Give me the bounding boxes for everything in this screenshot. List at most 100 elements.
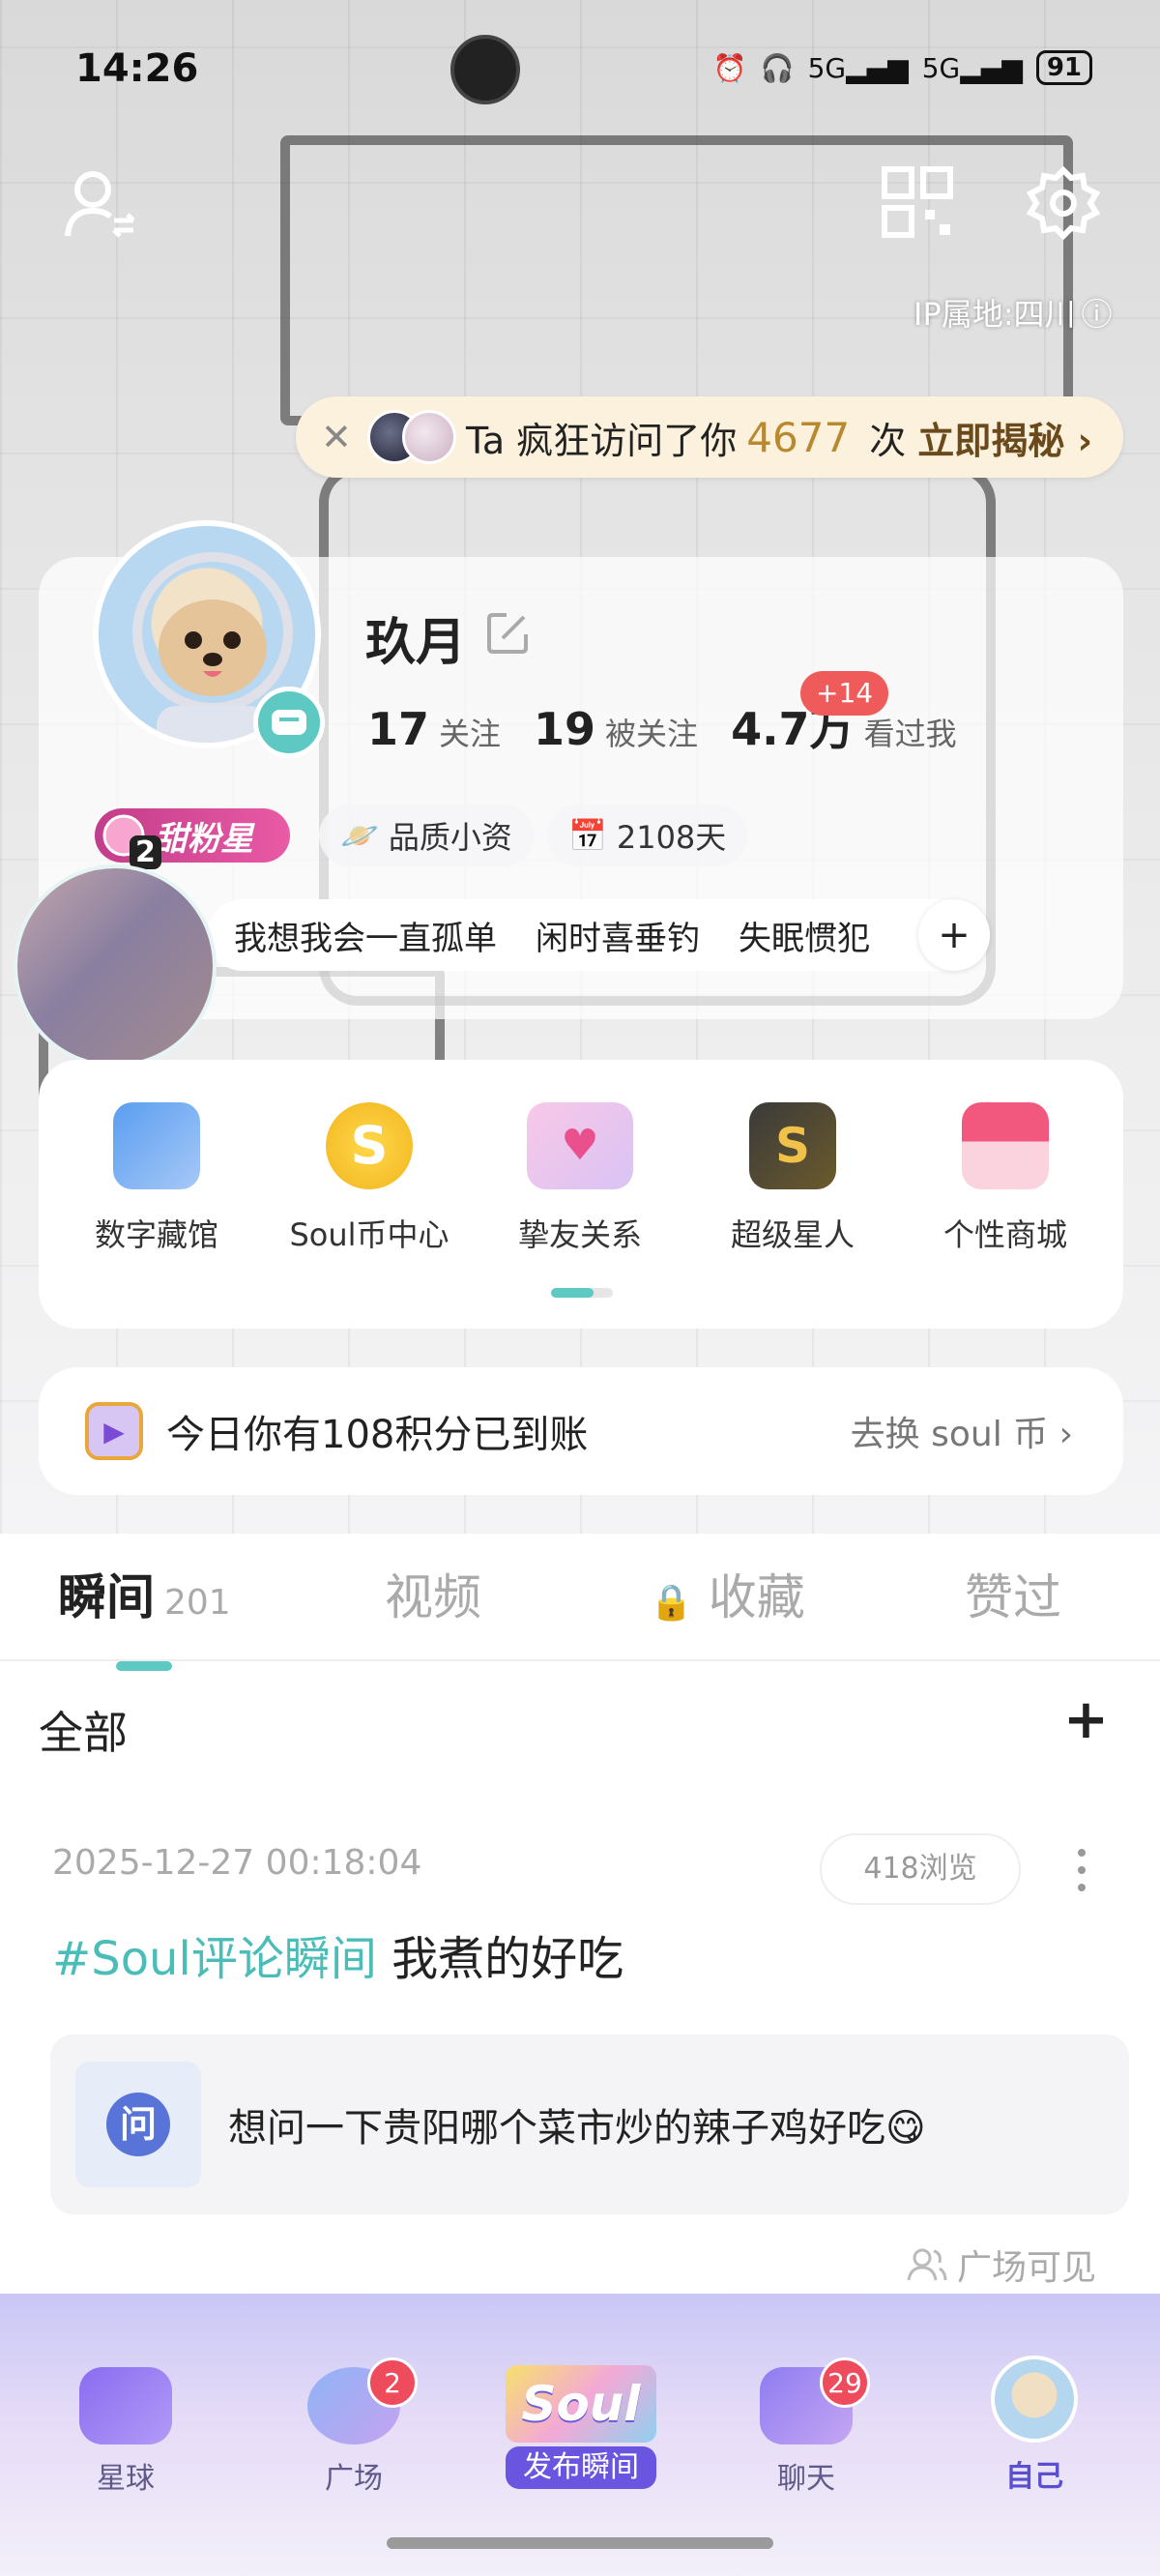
level-number: 2 bbox=[130, 835, 161, 869]
nav-label: 广场 bbox=[325, 2462, 383, 2496]
home-indicator[interactable] bbox=[387, 2537, 773, 2549]
more-options-icon[interactable] bbox=[1067, 1841, 1096, 1899]
followers-count[interactable]: 19 bbox=[534, 703, 595, 755]
tab-label: 收藏 bbox=[708, 1569, 805, 1625]
days-chip[interactable]: 📅 2108天 bbox=[547, 805, 748, 866]
planet-icon: 🪐 bbox=[340, 817, 379, 854]
ip-location: IP属地:四川 ⓘ bbox=[914, 290, 1113, 335]
nav-chat[interactable]: 29 聊天 bbox=[729, 2357, 884, 2497]
headphones-icon: 🎧 bbox=[760, 51, 795, 84]
views-badge: 418浏览 bbox=[820, 1833, 1021, 1905]
post-hashtag[interactable]: #Soul评论瞬间 bbox=[52, 1932, 377, 1986]
visitor-avatar bbox=[402, 410, 456, 464]
battery-icon: 91 bbox=[1035, 50, 1092, 85]
friendship-envelope-icon: ♥ bbox=[527, 1102, 633, 1189]
visitor-count: 4677 bbox=[746, 413, 851, 461]
status-time: 14:26 bbox=[75, 46, 199, 91]
active-tab-indicator bbox=[116, 1661, 172, 1671]
service-super-star[interactable]: S 超级星人 bbox=[696, 1102, 889, 1255]
status-icons: ⏰ 🎧 5G▂▄▆ 5G▂▄▆ 91 bbox=[713, 50, 1092, 85]
days-chip-label: 2108天 bbox=[616, 819, 727, 856]
visitors-label: 看过我 bbox=[863, 716, 957, 752]
calendar-icon: 📅 bbox=[568, 817, 607, 854]
question-icon-letter: 问 bbox=[106, 2093, 170, 2156]
question-icon: 问 bbox=[75, 2062, 201, 2187]
nav-planet[interactable]: 星球 bbox=[48, 2367, 203, 2497]
add-tag-button[interactable]: + bbox=[918, 899, 990, 971]
status-bar: 14:26 ⏰ 🎧 5G▂▄▆ 5G▂▄▆ 91 bbox=[0, 0, 1160, 135]
background-sketch-shape bbox=[280, 135, 1073, 425]
close-icon[interactable]: ✕ bbox=[321, 416, 360, 458]
ip-location-text: IP属地:四川 bbox=[914, 296, 1076, 333]
super-star-icon: S bbox=[749, 1102, 836, 1189]
tab-favorites[interactable]: 🔒 收藏 bbox=[650, 1559, 805, 1628]
qr-code-icon[interactable] bbox=[882, 166, 953, 238]
nickname: 玖月 bbox=[365, 614, 467, 672]
lock-icon: 🔒 bbox=[650, 1583, 693, 1623]
tab-label: 视频 bbox=[385, 1569, 481, 1625]
visitor-banner[interactable]: ✕ Ta 疯狂访问了你 4677 次 立即揭秘 › bbox=[296, 396, 1123, 478]
followers-label: 被关注 bbox=[605, 716, 699, 752]
tag-item[interactable]: 闲时喜垂钓 bbox=[536, 912, 700, 959]
add-post-button[interactable]: + bbox=[1063, 1688, 1109, 1751]
level-badge-label: 甜粉星 bbox=[155, 819, 253, 859]
profile-stats: 17 关注 19 被关注 4.7万 看过我 bbox=[367, 694, 980, 758]
avatar bbox=[991, 2356, 1078, 2443]
nav-me[interactable]: 自己 bbox=[957, 2356, 1112, 2495]
tab-count: 201 bbox=[164, 1583, 231, 1623]
points-banner[interactable]: ▶ 今日你有108积分已到账 去换 soul 币 › bbox=[39, 1367, 1123, 1495]
personality-chip[interactable]: 🪐 品质小资 bbox=[319, 805, 534, 866]
service-digital-collection[interactable]: 数字藏馆 bbox=[60, 1102, 253, 1255]
soul-logo-icon: Soul bbox=[506, 2365, 656, 2443]
service-shop[interactable]: 个性商城 bbox=[909, 1102, 1102, 1255]
tab-moments[interactable]: 瞬间 201 bbox=[58, 1559, 231, 1628]
soul-coin-icon: S bbox=[326, 1102, 413, 1189]
planet-puzzle-icon bbox=[79, 2367, 172, 2444]
bottom-navigation: 星球 2 广场 Soul 发布瞬间 29 聊天 自己 bbox=[0, 2294, 1160, 2576]
alarm-icon: ⏰ bbox=[712, 51, 747, 84]
interest-tags: 我想我会一直孤单 闲时喜垂钓 失眠惯犯 bbox=[207, 899, 990, 971]
notification-badge: 29 bbox=[820, 2357, 870, 2408]
reveal-link[interactable]: 立即揭秘 › bbox=[917, 411, 1092, 464]
edit-icon[interactable] bbox=[485, 609, 532, 656]
visitor-suffix: 次 bbox=[869, 419, 907, 462]
visibility-indicator: 广场可见 bbox=[907, 2239, 1096, 2290]
quoted-question-card[interactable]: 问 想问一下贵阳哪个菜市炒的辣子鸡好吃😋 bbox=[50, 2034, 1129, 2214]
question-text: 想问一下贵阳哪个菜市炒的辣子鸡好吃😋 bbox=[228, 2106, 926, 2151]
post-timestamp: 2025-12-27 00:18:04 bbox=[52, 1843, 422, 1883]
page-indicator bbox=[551, 1288, 613, 1298]
filter-all[interactable]: 全部 bbox=[39, 1698, 128, 1762]
post-content: 我煮的好吃 bbox=[376, 1932, 624, 1986]
shop-icon bbox=[962, 1102, 1049, 1189]
digital-collection-icon bbox=[113, 1102, 200, 1189]
tab-label: 赞过 bbox=[965, 1569, 1061, 1625]
service-friendship[interactable]: ♥ 挚友关系 bbox=[483, 1102, 677, 1255]
reveal-link-label: 立即揭秘 bbox=[917, 419, 1065, 462]
following-label: 关注 bbox=[439, 716, 502, 752]
exchange-link[interactable]: 去换 soul 币 › bbox=[851, 1406, 1073, 1456]
signal-icon-2: 5G▂▄▆ bbox=[921, 51, 1023, 84]
tag-item[interactable]: 失眠惯犯 bbox=[739, 912, 870, 959]
divider bbox=[0, 1659, 1160, 1661]
service-label: 个性商城 bbox=[942, 1216, 1067, 1253]
tab-liked[interactable]: 赞过 bbox=[965, 1559, 1061, 1628]
tab-label: 瞬间 bbox=[58, 1569, 155, 1625]
following-count[interactable]: 17 bbox=[367, 703, 429, 755]
visitors-increment-badge: +14 bbox=[800, 671, 889, 716]
personality-chip-label: 品质小资 bbox=[388, 819, 512, 856]
notification-badge: 2 bbox=[367, 2357, 418, 2408]
gear-icon[interactable] bbox=[1025, 164, 1102, 242]
visibility-label: 广场可见 bbox=[957, 2248, 1097, 2288]
content-tabs: 瞬间 201 视频 🔒 收藏 赞过 bbox=[0, 1559, 1160, 1671]
floating-widget-avatar[interactable] bbox=[14, 864, 217, 1068]
switch-account-icon[interactable] bbox=[60, 164, 137, 242]
nav-square[interactable]: 2 广场 bbox=[276, 2357, 431, 2497]
visitor-text: Ta 疯狂访问了你 bbox=[466, 419, 738, 462]
nav-publish[interactable]: Soul 发布瞬间 bbox=[501, 2365, 661, 2489]
tag-item[interactable]: 我想我会一直孤单 bbox=[234, 912, 497, 959]
nav-label: 自己 bbox=[1005, 2460, 1063, 2494]
help-icon[interactable]: ⓘ bbox=[1082, 290, 1113, 335]
tab-video[interactable]: 视频 bbox=[385, 1559, 481, 1628]
camera-cutout bbox=[450, 35, 520, 104]
service-soul-coin[interactable]: S Soul币中心 bbox=[273, 1102, 466, 1255]
